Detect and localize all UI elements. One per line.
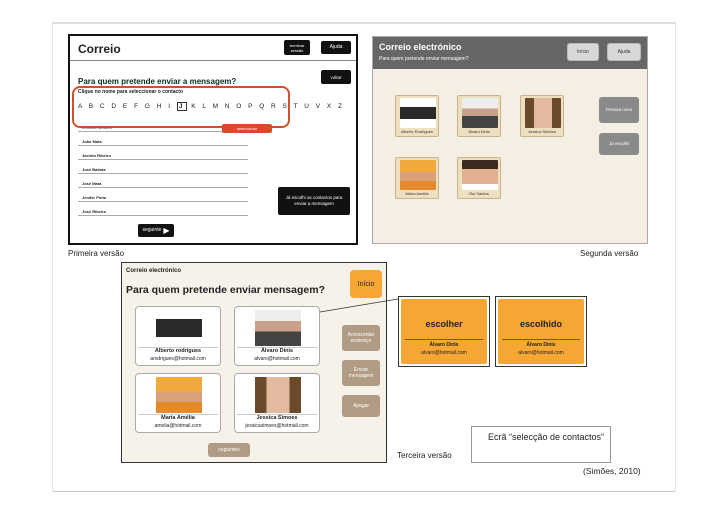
play-arrow-icon: ▶ — [163, 226, 170, 235]
card-divider — [502, 339, 580, 340]
v1-divider — [70, 60, 356, 61]
v3-home-button[interactable]: Início — [350, 270, 382, 298]
v2-home-button[interactable]: Início — [567, 43, 599, 61]
contact-name: Álvaro Dinis — [468, 129, 490, 134]
v3-title: Correio electrónico — [126, 268, 182, 274]
contact-name: Jessica Simões — [528, 129, 556, 134]
v3-delete-button[interactable]: Apagar — [342, 395, 380, 417]
v1-help-button[interactable]: Ajuda — [321, 41, 351, 54]
contact-row[interactable]: José Mata — [78, 180, 248, 188]
contact-photo — [400, 160, 436, 190]
v3-contact-card[interactable]: Jessica Simoes jessicasimoes@hotmail.com — [234, 373, 320, 433]
contact-email: amelia@hotmail.com — [154, 423, 202, 429]
contact-name: Maria Amélia — [161, 415, 195, 421]
third-version-screen: Correio electrónico Para quem pretende e… — [121, 262, 387, 463]
caption-first-version: Primeira versão — [68, 249, 125, 258]
source-citation: (Simões, 2010) — [583, 466, 641, 476]
contact-email: alvaro@hotmail.com — [518, 350, 564, 356]
connector-line — [319, 298, 399, 313]
contact-name: Alberto rodrigues — [154, 348, 202, 354]
contact-photo — [255, 310, 301, 346]
v1-next-button[interactable]: seguinte ▶ — [138, 224, 174, 237]
card-divider — [405, 339, 483, 340]
state-card-chosen[interactable]: escolhido Álvaro Dinis alvaro@hotmail.com — [495, 296, 587, 367]
highlight-box — [72, 86, 290, 128]
contact-photo — [255, 377, 301, 413]
v3-send-message-button[interactable]: Enviar mensagem — [342, 360, 380, 386]
contact-name: Álvaro Dinis — [526, 342, 556, 348]
v2-contact-tile[interactable]: Alberto Rodrigues — [395, 95, 439, 137]
state-card-choose[interactable]: escolher Álvaro Dinis alvaro@hotmail.com — [398, 296, 490, 367]
contact-name: Rui Santos — [469, 191, 489, 196]
v3-contact-card[interactable]: Álvaro Dinis alvaro@hotmail.com — [234, 306, 320, 366]
state-label: escolher — [425, 319, 463, 329]
contact-name: Maria Amélia — [405, 191, 429, 196]
contact-photo — [525, 98, 561, 128]
v1-next-label: seguinte — [142, 227, 162, 233]
v1-logout-button[interactable]: terminar sessão — [284, 40, 310, 55]
v2-contact-tile[interactable]: Álvaro Dinis — [457, 95, 501, 137]
v3-contact-card[interactable]: Maria Amélia amelia@hotmail.com — [135, 373, 221, 433]
contact-photo — [156, 377, 202, 413]
contact-row[interactable]: João Mata — [78, 138, 248, 146]
caption-third-version: Terceira versão — [397, 451, 452, 460]
contact-photo — [156, 310, 202, 346]
v2-contact-tile[interactable]: Rui Santos — [457, 157, 501, 199]
callout-box: Ecrã “selecção de contactos” — [471, 426, 611, 463]
v2-contact-tile[interactable]: Jessica Simões — [520, 95, 564, 137]
v1-question: Para quem pretende enviar a mensagem? — [78, 77, 237, 86]
contact-email: alvaro@hotmail.com — [421, 350, 467, 356]
contact-photo — [462, 160, 498, 190]
first-version-screen: Correio terminar sessão Ajuda voltar Par… — [68, 34, 358, 245]
state-card-body: escolher Álvaro Dinis alvaro@hotmail.com — [401, 299, 487, 364]
contact-row[interactable]: Jacinto Ribeiro — [78, 152, 248, 160]
caption-second-version: Segunda versão — [580, 249, 639, 258]
v3-contact-card[interactable]: Alberto rodrigues arodrigues@hotmail.com — [135, 306, 221, 366]
second-version-screen: Correio electrónico Para quem pretende e… — [372, 36, 648, 244]
contact-photo — [462, 98, 498, 128]
contact-row[interactable]: José Ribeiro — [78, 208, 248, 216]
contact-name: Alberto Rodrigues — [400, 129, 434, 134]
v1-title: Correio — [78, 42, 121, 56]
v3-question: Para quem pretende enviar mensagem? — [126, 284, 325, 296]
v2-new-person-button[interactable]: Pessoa nova — [599, 97, 639, 123]
contact-name: Jessica Simoes — [256, 415, 298, 421]
contact-name: Álvaro Dinis — [429, 342, 459, 348]
v2-title: Correio electrónico — [379, 42, 462, 52]
contact-email: alvaro@hotmail.com — [254, 356, 300, 362]
v2-help-button[interactable]: Ajuda — [607, 43, 641, 61]
v3-add-address-button[interactable]: Acrescentar endereço — [342, 325, 380, 351]
v2-contact-tile[interactable]: Maria Amélia — [395, 157, 439, 199]
contact-name: Álvaro Dinis — [260, 348, 294, 354]
contact-row[interactable]: Jenifer Pinto — [78, 194, 248, 202]
v2-subtitle: Para quem pretende enviar mensagem? — [379, 56, 469, 62]
contact-email: arodrigues@hotmail.com — [150, 356, 206, 362]
v1-back-button[interactable]: voltar — [321, 70, 351, 84]
contact-email: jessicasimoes@hotmail.com — [245, 423, 309, 429]
contact-row[interactable]: José Batista — [78, 166, 248, 174]
v2-done-button[interactable]: Já escolhi — [599, 133, 639, 155]
state-label: escolhido — [519, 319, 562, 329]
contact-photo — [400, 98, 436, 128]
v1-select-button[interactable]: seleccionar — [222, 124, 272, 133]
state-card-body: escolhido Álvaro Dinis alvaro@hotmail.com — [498, 299, 584, 364]
v1-done-button[interactable]: Já escolhi os contactos para enviar a me… — [278, 187, 350, 215]
v3-next-button[interactable]: seguintes — [208, 443, 250, 457]
